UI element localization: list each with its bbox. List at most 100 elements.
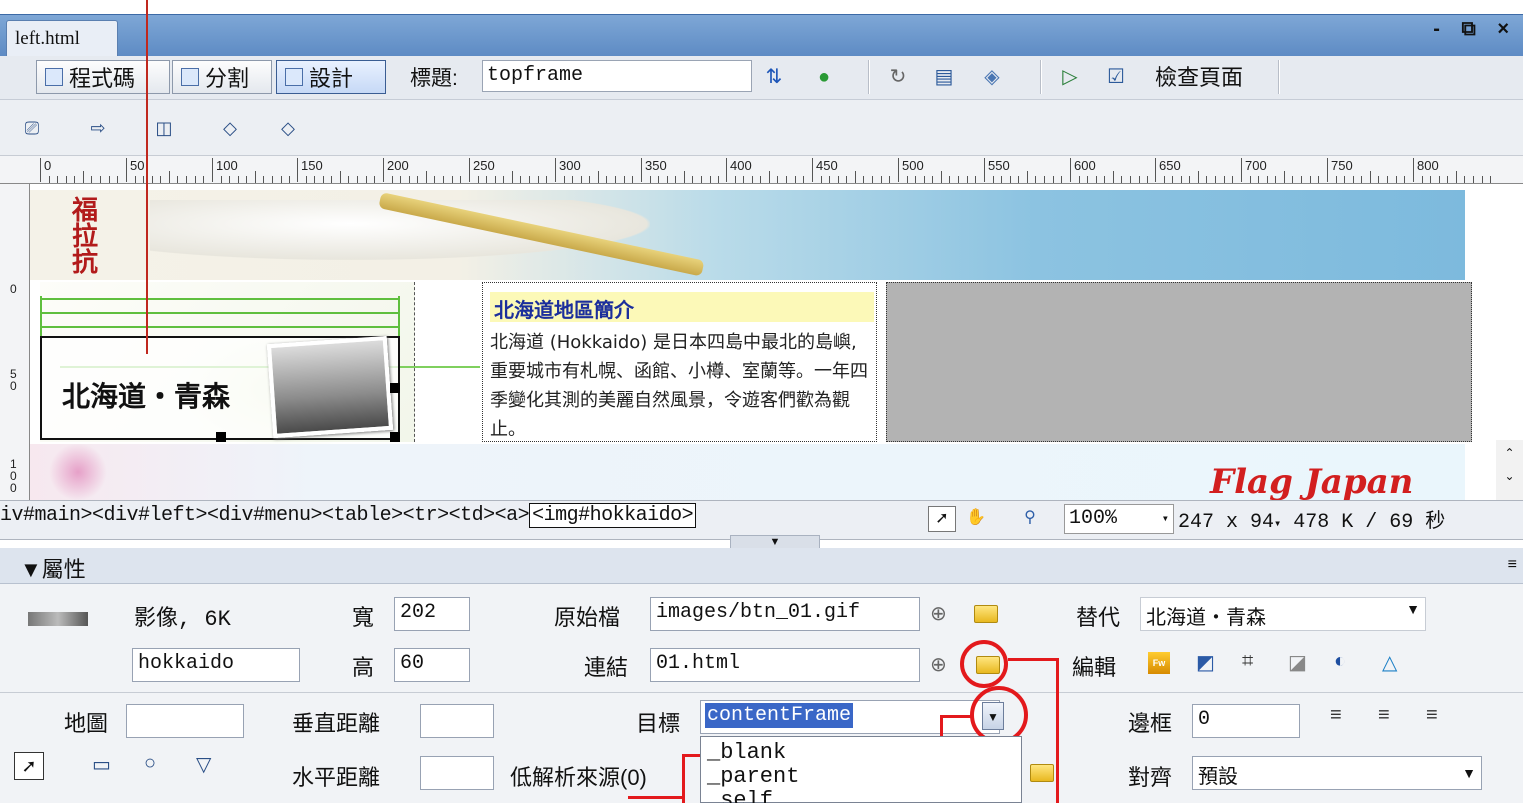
zoom-select[interactable]: 100% ▾ [1064, 504, 1174, 534]
browse-folder-icon[interactable] [974, 605, 998, 623]
ruler-tick [735, 176, 736, 183]
collapse-arrow-icon: ▼ [20, 557, 42, 582]
tv-media-icon[interactable]: ◇ [276, 116, 300, 140]
window-size-value: 247 x 94 [1178, 511, 1275, 534]
image-id-input[interactable]: hokkaido [132, 648, 300, 682]
projection-media-icon[interactable]: ◇ [218, 116, 242, 140]
ruler-tick [434, 176, 435, 183]
link-input[interactable]: 01.html [650, 648, 920, 682]
window-size-readout[interactable]: 247 x 94▾ 478 K / 69 秒 [1178, 504, 1445, 534]
pointer-hotspot-icon[interactable]: ➚ [14, 752, 44, 780]
oval-hotspot-icon[interactable]: ○ [144, 752, 156, 775]
resample-icon[interactable]: ◪ [1288, 650, 1307, 675]
align-left-icon[interactable]: ≡ [1330, 704, 1342, 727]
hspace-input[interactable] [420, 756, 494, 790]
crop-icon[interactable]: ⌗ [1242, 650, 1253, 673]
select-tool-icon[interactable]: ➚ [928, 506, 956, 532]
src-input[interactable]: images/btn_01.gif [650, 597, 920, 631]
zoom-tool-icon[interactable]: ⚲ [1016, 506, 1044, 532]
panel-collapse-handle[interactable]: ▼ [730, 535, 820, 549]
design-view-button[interactable]: 設計 [276, 60, 386, 94]
ruler-tick [400, 176, 401, 183]
ruler-mark-label: 800 [1417, 158, 1439, 173]
check-page-icon[interactable]: ☑ [1104, 66, 1128, 88]
ruler-tick [469, 158, 470, 182]
height-label: 高 [352, 655, 375, 680]
ruler-tick [1344, 176, 1345, 183]
map-input[interactable] [126, 704, 244, 738]
page-title-input[interactable]: topframe [482, 60, 752, 92]
screen-media-icon[interactable]: ⎚ [20, 116, 44, 140]
polygon-hotspot-icon[interactable]: ▽ [196, 752, 211, 777]
print-media-icon[interactable]: ⇨ [86, 116, 110, 140]
ruler-tick [126, 158, 127, 182]
ruler-tick [1275, 176, 1276, 183]
resize-handle[interactable] [390, 383, 400, 393]
code-view-icon [45, 68, 63, 86]
sharpen-icon[interactable]: △ [1382, 650, 1397, 675]
ruler-tick [203, 176, 204, 183]
ruler-tick [1439, 176, 1440, 183]
handheld-media-icon[interactable]: ◫ [152, 116, 176, 140]
properties-panel-title[interactable]: ▼屬性 [20, 552, 86, 584]
validate-markup-icon[interactable]: ▷ [1058, 66, 1082, 88]
ruler-tick [1139, 176, 1140, 183]
ruler-tick [100, 176, 101, 183]
current-tag[interactable]: <img#hokkaido> [529, 503, 697, 528]
width-input[interactable]: 202 [394, 597, 470, 631]
window-controls[interactable]: - ⧉ × [1433, 18, 1517, 41]
fireworks-edit-icon[interactable]: Fw [1148, 652, 1170, 674]
align-select[interactable]: 預設 ▼ [1192, 756, 1482, 790]
target-option-blank[interactable]: _blank [707, 741, 1015, 765]
ruler-tick [392, 176, 393, 183]
resize-handle[interactable] [216, 432, 226, 442]
ruler-tick [675, 176, 676, 183]
split-view-button[interactable]: 分割 [172, 60, 272, 94]
brightness-contrast-icon[interactable]: ◐ [1334, 650, 1346, 673]
document-tab[interactable]: left.html [6, 20, 118, 56]
ruler-tick [1113, 171, 1114, 183]
ruler-tick [1387, 176, 1388, 183]
browse-lowsrc-folder-icon[interactable] [1030, 764, 1054, 782]
preview-browser-icon[interactable]: ● [812, 66, 836, 88]
canvas-scrollbar[interactable]: ⌃ ⌄ [1496, 440, 1523, 500]
border-input[interactable]: 0 [1192, 704, 1300, 738]
scroll-down-icon[interactable]: ⌄ [1496, 466, 1523, 486]
optimize-icon[interactable]: ◩ [1196, 650, 1215, 675]
properties-panel-header[interactable] [0, 548, 1523, 584]
resize-handle[interactable] [390, 432, 400, 442]
target-option-parent[interactable]: _parent [707, 765, 1015, 789]
refresh-icon[interactable]: ↻ [886, 66, 910, 88]
target-dropdown-list[interactable]: _blank _parent _self [700, 736, 1022, 803]
tag-path[interactable]: iv#main><div#left><div#menu><table><tr><… [0, 504, 530, 527]
ruler-tick [1258, 176, 1259, 183]
align-right-icon[interactable]: ≡ [1426, 704, 1438, 727]
view-options-icon[interactable]: ▤ [932, 66, 956, 88]
ruler-tick [417, 176, 418, 183]
ruler-tick [160, 176, 161, 183]
ruler-tick [1250, 176, 1251, 183]
check-page-button[interactable]: 檢查頁面 [1155, 60, 1243, 92]
ruler-tick [1430, 176, 1431, 183]
rectangle-hotspot-icon[interactable]: ▭ [92, 752, 111, 777]
scroll-up-icon[interactable]: ⌃ [1496, 440, 1523, 466]
code-view-button[interactable]: 程式碼 [36, 60, 170, 94]
point-to-file-icon[interactable]: ⊕ [930, 601, 947, 626]
panel-options-icon[interactable]: ≡ [1508, 556, 1517, 574]
point-to-file-icon[interactable]: ⊕ [930, 652, 947, 677]
vspace-input[interactable] [420, 704, 494, 738]
target-value[interactable]: contentFrame [705, 703, 854, 728]
target-option-self[interactable]: _self [707, 789, 1015, 803]
height-input[interactable]: 60 [394, 648, 470, 682]
tag-selector[interactable]: iv#main><div#left><div#menu><table><tr><… [0, 503, 697, 528]
align-center-icon[interactable]: ≡ [1378, 704, 1390, 727]
file-management-icon[interactable]: ⇅ [762, 66, 786, 88]
visual-aids-icon[interactable]: ◈ [980, 66, 1004, 88]
ruler-tick [752, 176, 753, 183]
cell-boundary [414, 282, 415, 442]
hand-tool-icon[interactable]: ✋ [962, 506, 990, 532]
ruler-tick [221, 176, 222, 183]
alt-select[interactable]: 北海道・青森 ▼ [1140, 597, 1426, 631]
ruler-tick [1327, 158, 1328, 182]
ruler-tick [486, 176, 487, 183]
